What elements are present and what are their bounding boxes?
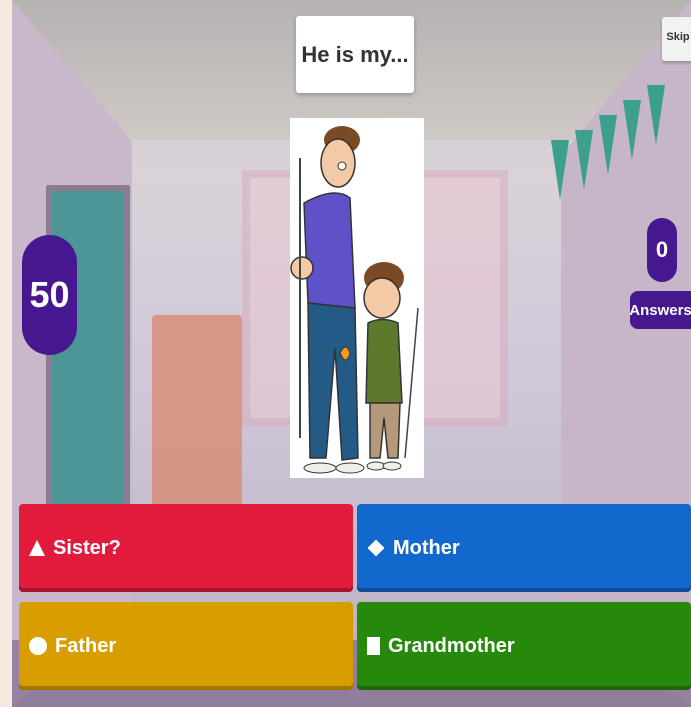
- countdown-timer: 50: [22, 235, 77, 355]
- answer-option-3[interactable]: Father: [19, 602, 353, 690]
- triangle-icon: [29, 540, 45, 556]
- question-image: [290, 118, 424, 478]
- question-title: He is my...: [296, 16, 414, 93]
- square-icon: [367, 637, 380, 655]
- bunting-decoration: [551, 60, 691, 200]
- circle-icon: [29, 637, 47, 655]
- answer-label: Mother: [393, 536, 460, 559]
- answer-label: Father: [55, 634, 117, 657]
- background-cabinet: [152, 315, 242, 515]
- answers-label: Answers: [629, 291, 691, 329]
- answer-label: Grandmother: [388, 634, 515, 657]
- answers-count: 0: [647, 218, 677, 282]
- diamond-icon: [367, 539, 385, 557]
- father-and-son-illustration: [290, 126, 419, 474]
- answer-label: Sister?: [53, 536, 121, 559]
- answer-option-1[interactable]: Sister?: [19, 504, 353, 592]
- skip-button[interactable]: Skip: [662, 17, 691, 61]
- answer-option-2[interactable]: Mother: [357, 504, 691, 592]
- answer-option-4[interactable]: Grandmother: [357, 602, 691, 690]
